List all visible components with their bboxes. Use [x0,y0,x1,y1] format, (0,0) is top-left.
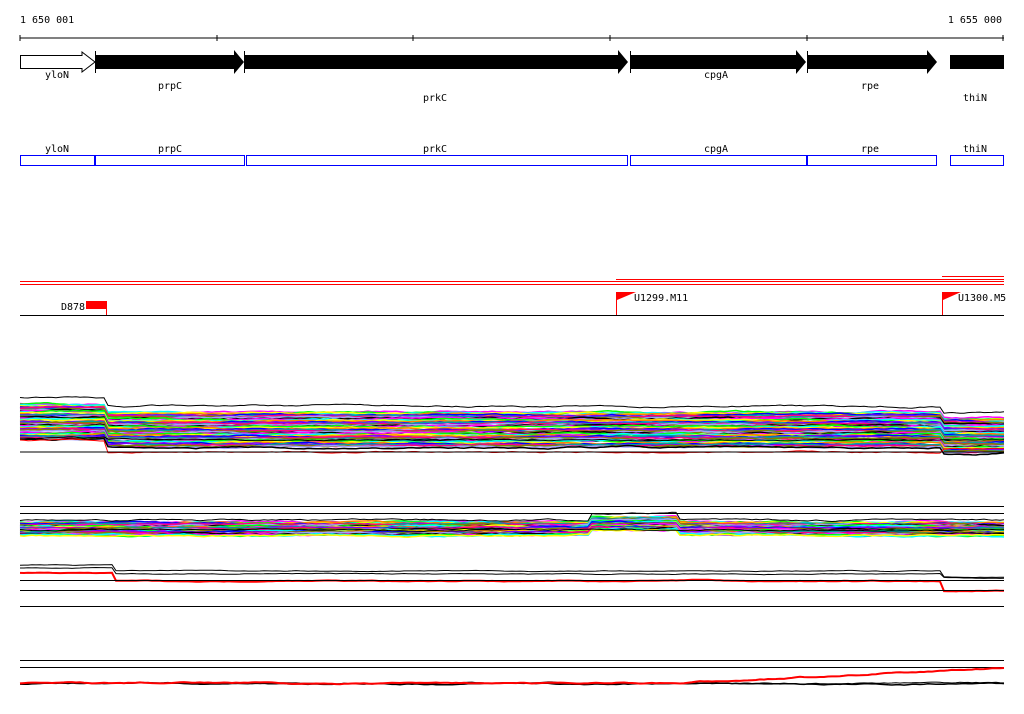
ruler-end-label: 1 655 000 [948,15,1002,26]
gene-label: prkC [423,93,447,104]
feature-label: prpC [158,144,182,155]
expression-track-2 [19,506,1005,538]
feature-box-cpgA[interactable] [630,155,807,166]
gene-thiN[interactable]: thiN [950,55,1004,104]
feature-box-track [20,155,1004,166]
feature-label: rpe [861,144,879,155]
feature-box-thiN[interactable] [950,155,1004,166]
signal-line [19,667,1005,686]
gene-prkC[interactable]: prkC [244,50,629,104]
signal-line [19,571,1004,593]
signal-line [19,396,1005,414]
gene-yloN[interactable]: yloN [20,50,96,81]
marker-label: U1299.M11 [634,293,688,304]
gene-rpe[interactable]: rpe [807,50,938,92]
marker-U1299-M11[interactable]: U1299.M11 [616,292,688,315]
expression-track-1 [19,396,1005,456]
gene-label: rpe [861,81,879,92]
feature-label: cpgA [704,144,728,155]
gene-label: prpC [158,81,182,92]
marker-label: D878 [61,302,85,313]
signal-line [19,564,1004,578]
coordinate-ruler: 1 650 001 1 655 000 [19,15,1004,41]
feature-label: thiN [963,144,987,155]
expression-track-3 [19,564,1005,607]
gene-label: cpgA [704,70,728,81]
gene-track: yloN prpC prkC cpgA rpe thiN [20,50,1004,104]
feature-label: yloN [45,144,69,155]
marker-D878[interactable]: D878 [61,301,107,315]
gene-label: thiN [963,93,987,104]
gene-label: yloN [45,70,69,81]
gene-cpgA[interactable]: cpgA [630,50,807,81]
feature-box-rpe[interactable] [807,155,937,166]
expression-track-4 [19,660,1005,686]
marker-track: D878 U1299.M11 U1300.M5 [20,276,1006,316]
marker-label: U1300.M5 [958,293,1006,304]
feature-box-prkC[interactable] [246,155,628,166]
signal-line [20,566,1005,579]
feature-label: prkC [423,144,447,155]
feature-box-labels: yloN prpC prkC cpgA rpe thiN [45,144,987,155]
genome-browser: 1 650 001 1 655 000 yloN prpC prkC cpgA [19,15,1006,686]
flag-icon [616,292,636,300]
gene-prpC[interactable]: prpC [95,50,244,92]
ruler-start-label: 1 650 001 [20,15,74,26]
feature-box-yloN[interactable] [20,155,95,166]
feature-box-prpC[interactable] [95,155,245,166]
marker-U1300-M5[interactable]: U1300.M5 [942,292,1006,315]
